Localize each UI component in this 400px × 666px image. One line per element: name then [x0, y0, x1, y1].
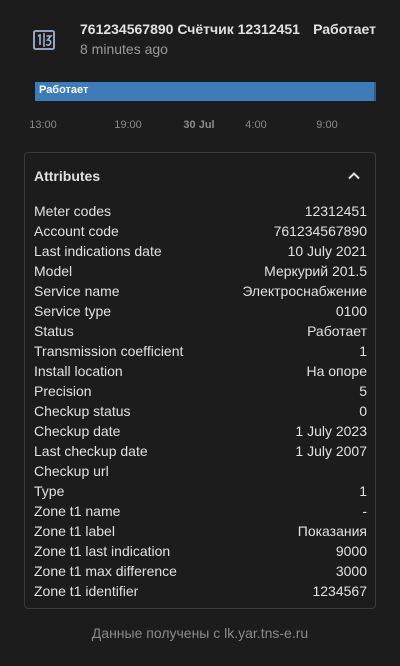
attribute-key: Install location	[34, 363, 123, 379]
attribute-value: 3000	[335, 563, 367, 579]
attribute-value: Электроснабжение	[242, 283, 367, 299]
chevron-up-icon[interactable]	[345, 167, 363, 185]
attribute-value: 1	[359, 343, 367, 359]
attribute-row: Checkup url	[34, 461, 367, 481]
timeline-tick: 30 Jul	[183, 119, 215, 131]
attribute-value: 1 July 2007	[295, 443, 367, 459]
timeline-tick: 4:00	[245, 119, 267, 131]
attribute-value: Показания	[297, 523, 367, 539]
attribute-row: Precision 5	[34, 381, 367, 401]
entity-more-info-dialog: 761234567890 Счётчик 12312451 8 minutes …	[0, 0, 400, 666]
attribute-row: Zone t1 label Показания	[34, 521, 367, 541]
attributes-list: Meter codes 12312451 Account code 761234567…	[34, 201, 367, 601]
attribute-key: Service type	[34, 303, 112, 319]
attribute-value: 12312451	[304, 203, 367, 219]
attribute-row: Service type 0100	[34, 301, 367, 321]
attribute-row: Transmission coefficient 1	[34, 341, 367, 361]
attribute-value: На опоре	[306, 363, 367, 379]
attribute-key: Zone t1 max difference	[34, 563, 177, 579]
attribute-key: Checkup url	[34, 463, 109, 479]
entity-name: 761234567890 Счётчик 12312451	[80, 21, 300, 37]
attribute-key: Status	[34, 323, 74, 339]
attribute-row: Account code 761234567890	[34, 221, 367, 241]
attribute-row: Zone t1 last indication 9000	[34, 541, 367, 561]
attribute-key: Service name	[34, 283, 120, 299]
attribute-key: Zone t1 last indication	[34, 543, 171, 559]
attribute-key: Meter codes	[34, 203, 112, 219]
attribute-row: Zone t1 identifier 1234567	[34, 581, 367, 601]
attributes-panel: Attributes Meter codes 12312451 Account co…	[24, 152, 376, 609]
attribute-row: Meter codes 12312451	[34, 201, 367, 221]
attribute-key: Type	[34, 483, 65, 499]
attribute-key: Zone t1 identifier	[34, 583, 139, 599]
attribute-key: Model	[34, 263, 73, 279]
attribute-key: Zone t1 label	[34, 523, 115, 539]
attribute-value: 1234567	[312, 583, 367, 599]
entity-header[interactable]: 761234567890 Счётчик 12312451 8 minutes …	[0, 10, 400, 58]
attribution-text: Данные получены с lk.yar.tns-e.ru	[91, 625, 309, 641]
attribute-row: Last indications date 10 July 2021	[34, 241, 367, 261]
entity-state: Работает	[313, 21, 376, 37]
last-changed-time: 8 minutes ago	[80, 41, 168, 57]
attribute-row: Checkup date 1 July 2023	[34, 421, 367, 441]
attribute-value: Работает	[307, 323, 367, 339]
attribute-key: Zone t1 name	[34, 503, 121, 519]
history-timeline-bar[interactable]: Работает	[35, 82, 376, 101]
attribute-key: Checkup date	[34, 423, 121, 439]
meter-icon	[33, 30, 55, 50]
timeline-tick: 13:00	[29, 119, 57, 131]
attribute-value: 10 July 2021	[287, 243, 367, 259]
attribute-row: Install location На опоре	[34, 361, 367, 381]
attribute-value: 0	[359, 403, 367, 419]
attribute-key: Account code	[34, 223, 119, 239]
attribute-key: Transmission coefficient	[34, 343, 184, 359]
attribute-value: 761234567890	[273, 223, 367, 239]
attribute-row: Checkup status 0	[34, 401, 367, 421]
attribute-key: Checkup status	[34, 403, 131, 419]
attribute-key: Last indications date	[34, 243, 162, 259]
attribute-key: Precision	[34, 383, 92, 399]
attribute-row: Zone t1 name -	[34, 501, 367, 521]
attribute-value: 1 July 2023	[295, 423, 367, 439]
timeline-state-label: Работает	[39, 84, 89, 96]
attribute-value: 9000	[335, 543, 367, 559]
attribute-row: Service name Электроснабжение	[34, 281, 367, 301]
attribute-key: Last checkup date	[34, 443, 148, 459]
attribute-row: Type 1	[34, 481, 367, 501]
attribute-value: 5	[359, 383, 367, 399]
attributes-title: Attributes	[34, 168, 101, 184]
attribute-row: Status Работает	[34, 321, 367, 341]
attribute-row: Model Меркурий 201.5	[34, 261, 367, 281]
timeline-tick: 19:00	[114, 119, 142, 131]
attribute-value: 1	[359, 483, 367, 499]
attribute-value: -	[362, 503, 367, 519]
attribute-row: Last checkup date 1 July 2007	[34, 441, 367, 461]
attribute-value: Меркурий 201.5	[264, 263, 367, 279]
attribute-value: 0100	[335, 303, 367, 319]
attribute-row: Zone t1 max difference 3000	[34, 561, 367, 581]
timeline-tick: 9:00	[316, 119, 338, 131]
